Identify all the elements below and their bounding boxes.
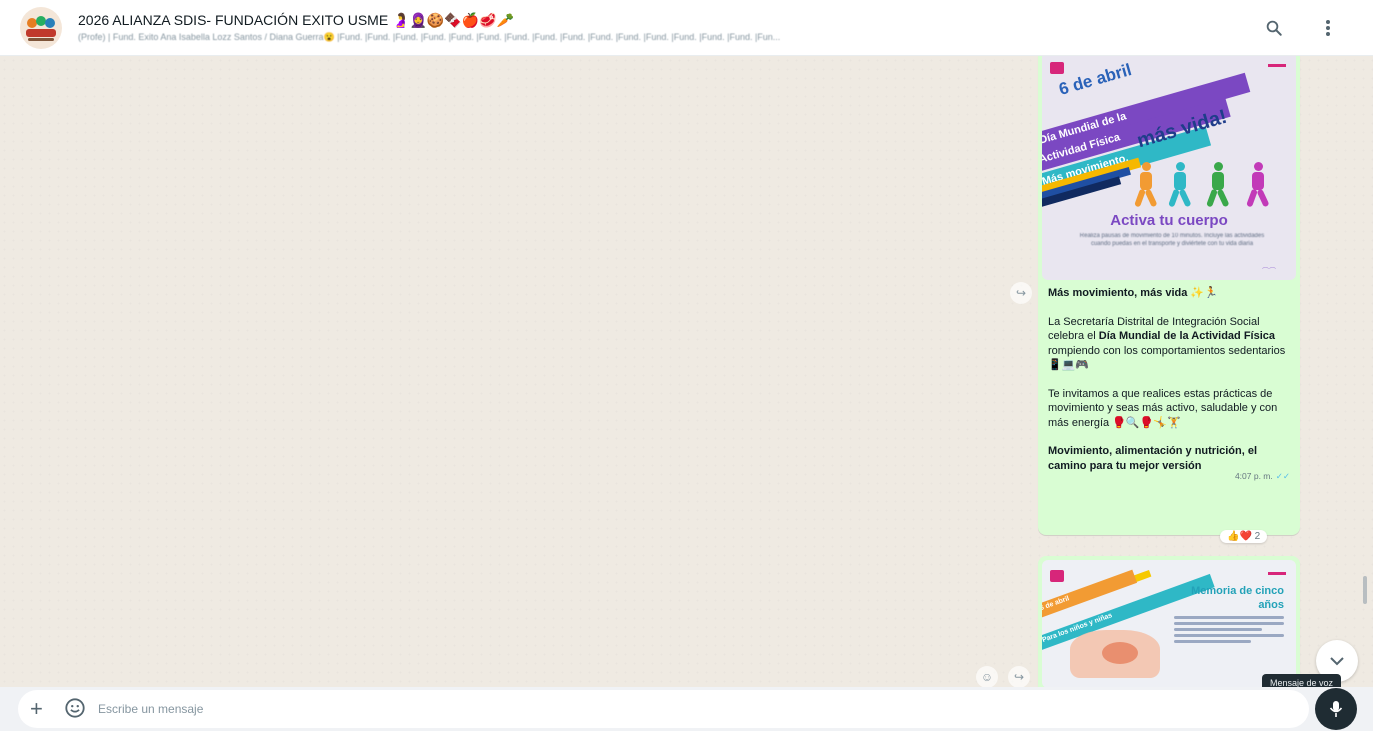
group-logo-icon <box>26 15 56 41</box>
read-check-icon: ✓✓ <box>1275 471 1290 481</box>
message-time: 4:07 p. m. <box>1234 471 1273 481</box>
attach-plus-icon[interactable]: + <box>30 696 58 722</box>
brand-mark-icon <box>1268 572 1286 575</box>
message-image[interactable]: 6 de abril Día Mundial de la Actividad F… <box>1042 56 1296 280</box>
microphone-icon <box>1329 701 1343 717</box>
menu-dots-icon[interactable] <box>1315 15 1341 41</box>
brand-mark-icon <box>1268 64 1286 67</box>
message-image[interactable]: 6 de abril Para los niños y niñas Memori… <box>1042 560 1296 687</box>
message-headline: Más movimiento, más vida ✨🏃 <box>1048 287 1218 299</box>
sticker-icon[interactable] <box>64 697 88 721</box>
brand-logo-icon <box>1050 62 1064 74</box>
poster-cta: Activa tu cuerpo <box>1110 212 1228 229</box>
poster-illustration <box>1102 642 1138 664</box>
message-reactions[interactable]: 👍❤️ 2 <box>1220 530 1268 543</box>
message-text-part: rompiendo con los comportamientos sedent… <box>1048 344 1286 372</box>
message-text-part: Te invitamos a que realices estas prácti… <box>1048 387 1278 429</box>
poster-text-lines <box>1174 616 1284 646</box>
react-emoji-icon[interactable]: ☺ <box>976 666 998 687</box>
search-icon[interactable] <box>1261 15 1287 41</box>
poster-title: Memoria de cinco años <box>1191 585 1284 611</box>
brand-logo-icon <box>1050 570 1064 582</box>
chat-header-info[interactable]: 2026 ALIANZA SDIS- FUNDACIÓN EXITO USME … <box>78 12 1261 43</box>
group-avatar[interactable] <box>20 6 62 49</box>
poster-date: 6 de abril <box>1056 60 1134 99</box>
group-title: 2026 ALIANZA SDIS- FUNDACIÓN EXITO USME … <box>78 12 515 28</box>
forward-icon[interactable]: ↪ <box>1008 666 1030 687</box>
poster-body-text: Realiza pausas de movimiento de 10 minut… <box>1079 233 1265 247</box>
composer-box: + <box>18 690 1309 728</box>
message-closing: Movimiento, alimentación y nutrición, el… <box>1048 445 1258 472</box>
message-input[interactable] <box>98 702 1297 716</box>
forward-icon[interactable]: ↪ <box>1010 282 1032 304</box>
message-text: Más movimiento, más vida ✨🏃 La Secretarí… <box>1042 280 1296 473</box>
chevron-down-icon <box>1330 657 1344 666</box>
outgoing-message[interactable]: 6 de abril Día Mundial de la Actividad F… <box>1038 56 1300 535</box>
voice-message-button[interactable] <box>1315 688 1357 730</box>
message-text-bold: Día Mundial de la Actividad Física <box>1098 330 1276 342</box>
message-composer: + <box>0 687 1373 731</box>
chat-messages-area[interactable]: 6 de abril Día Mundial de la Actividad F… <box>0 56 1373 687</box>
outgoing-message[interactable]: 6 de abril Para los niños y niñas Memori… <box>1038 556 1300 687</box>
chat-header: 2026 ALIANZA SDIS- FUNDACIÓN EXITO USME … <box>0 0 1373 56</box>
exercise-figures-icon <box>1132 162 1282 212</box>
poster-tag-icon: ⌒⌒ <box>1262 268 1276 275</box>
group-members-list: (Profe) | Fund. Exito Ana Isabella Lozz … <box>78 32 781 42</box>
scrollbar[interactable] <box>1363 576 1367 604</box>
